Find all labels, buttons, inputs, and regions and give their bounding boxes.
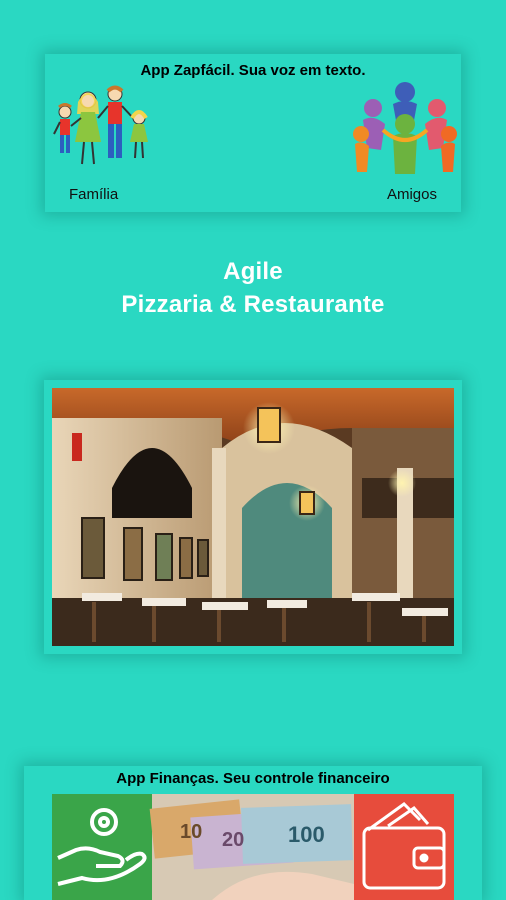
- restaurant-interior-photo: [52, 388, 454, 646]
- zapfacil-ad-title: App Zapfácil. Sua voz em texto.: [140, 62, 366, 79]
- restaurant-name-line1: Agile: [223, 258, 283, 285]
- financas-ad-title: App Finanças. Seu controle financeiro: [116, 770, 390, 787]
- svg-text:100: 100: [288, 822, 325, 847]
- family-illustration-icon: [53, 85, 148, 165]
- financas-ad-banner[interactable]: App Finanças. Seu controle financeiro 10…: [24, 766, 482, 900]
- svg-text:10: 10: [180, 821, 202, 843]
- family-label: Família: [69, 186, 119, 203]
- svg-text:20: 20: [222, 829, 244, 851]
- restaurant-name-line2: Pizzaria & Restaurante: [121, 291, 385, 318]
- restaurant-photo-card: [44, 380, 462, 654]
- zapfacil-ad-banner[interactable]: App Zapfácil. Sua voz em texto. Família …: [45, 54, 461, 212]
- friends-illustration-icon: [353, 82, 457, 174]
- friends-label: Amigos: [386, 186, 437, 203]
- finance-app-images: 10 20 100: [52, 794, 454, 900]
